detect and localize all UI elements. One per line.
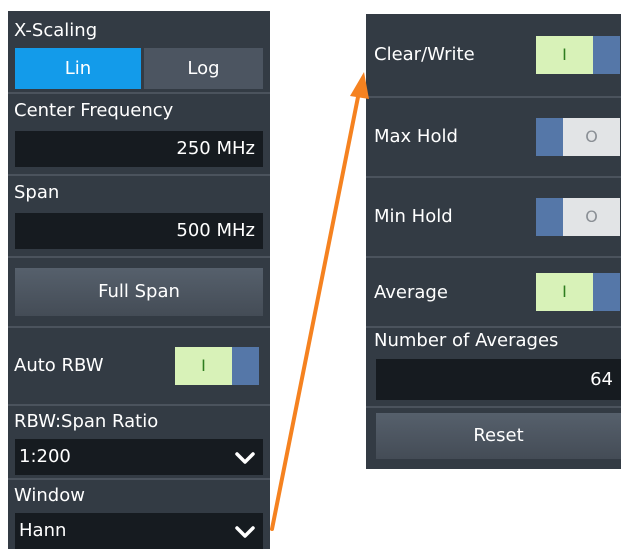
arrow-head bbox=[350, 72, 369, 99]
callout-arrow bbox=[270, 72, 369, 531]
arrow-line bbox=[270, 90, 361, 531]
